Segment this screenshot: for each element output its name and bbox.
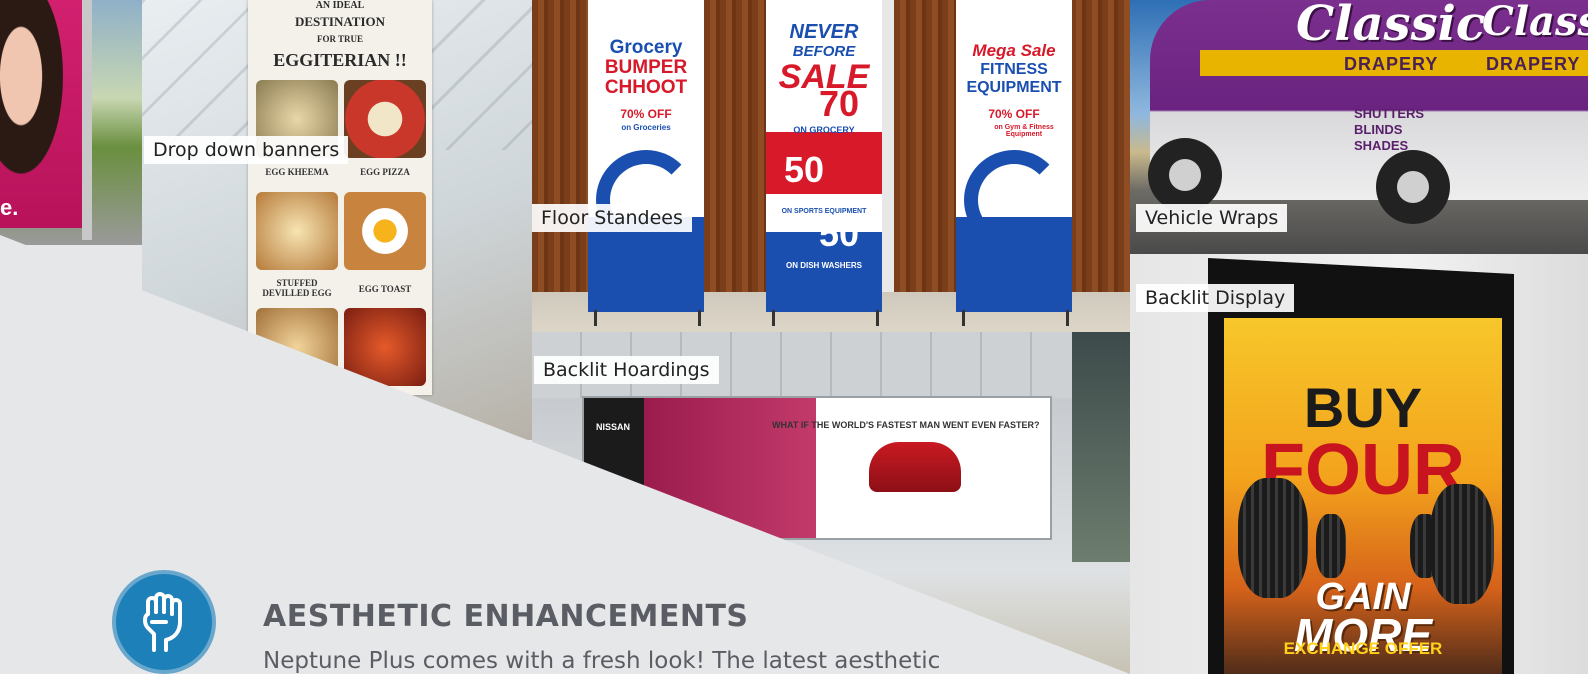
label-backlit-hoardings: Backlit Hoardings [534, 356, 719, 384]
label-dropdown-banners: Drop down banners [144, 136, 349, 164]
van-brand-sub-rear: DRAPERY [1486, 54, 1581, 74]
standee-fitness: Mega Sale FITNESS EQUIPMENT 70% OFF on G… [956, 0, 1072, 312]
banner-stand [82, 0, 92, 240]
van-wheel [1376, 150, 1450, 224]
floor-standees-photo: Grocery BUMPER CHHOOT 70% OFF on Groceri… [532, 0, 1130, 332]
ad-offer: EXCHANGE OFFER [1283, 639, 1443, 658]
van-brand-sub: DRAPERY [1344, 54, 1439, 74]
standee-title-3: EQUIPMENT [966, 79, 1062, 96]
fist-icon-glyph [143, 592, 182, 652]
tyre-image [1316, 514, 1346, 578]
banner-edge-text: e. [0, 195, 19, 220]
standee-sub: on Groceries [621, 123, 671, 132]
van-wheel [1148, 138, 1222, 212]
food-image [344, 192, 426, 270]
label-vehicle-wraps: Vehicle Wraps [1136, 204, 1288, 232]
standee-offer: 70% OFF [620, 107, 672, 121]
standee-leg [594, 310, 597, 326]
standee-title-2: BEFORE [792, 43, 856, 60]
van-service: BLINDS [1354, 122, 1403, 137]
standee-title-1: Mega Sale [972, 41, 1056, 60]
billboard-brand: NISSAN [596, 422, 631, 432]
banner-portrait [0, 0, 70, 190]
van-brand: Classic [1296, 0, 1486, 52]
wood-panel [1070, 0, 1130, 292]
standee-leg [772, 310, 775, 326]
label-floor-standees: Floor Standees [532, 204, 692, 232]
wood-panel [894, 0, 956, 292]
backlit-display-photo: BUY FOUR GAIN MORE EXCHANGE OFFER Backli… [1130, 254, 1588, 674]
standee-offer: 70% OFF [988, 107, 1040, 121]
fist-icon [112, 570, 216, 674]
feature-text: Neptune Plus comes with a fresh look! Th… [263, 648, 941, 674]
banner-line-2: DESTINATION [294, 14, 386, 29]
van-brand-rear: Classic [1482, 0, 1588, 45]
van-service: SHUTTERS [1354, 106, 1425, 121]
food-caption: STUFFED DEVILLED EGG [262, 278, 332, 298]
wood-panel [532, 0, 590, 292]
food-image [256, 192, 338, 270]
food-caption: EGG TOAST [358, 284, 412, 294]
banner-line-4: EGGITERIAN !! [273, 50, 407, 70]
label-backlit-display: Backlit Display [1136, 284, 1295, 312]
standee-title-2: FITNESS [980, 61, 1048, 78]
billboard-car [869, 442, 961, 492]
standee-title-2: BUMPER [604, 57, 688, 78]
van-services: SHUTTERS BLINDS SHADES [1354, 106, 1424, 154]
standee-title-1: Grocery [609, 37, 683, 58]
deal-3-value: 50 [818, 213, 860, 254]
billboard-headline: WHAT IF THE WORLD'S FASTEST MAN WENT EVE… [772, 420, 1040, 430]
egg-banner: AN IDEAL DESTINATION FOR TRUE EGGITERIAN… [248, 0, 432, 395]
deal-2-value: 50 [783, 149, 825, 190]
feature-title: AESTHETIC ENHANCEMENTS [263, 599, 749, 634]
standee-title-1: NEVER [789, 21, 859, 43]
wood-panel [704, 0, 766, 292]
deal-1-label: ON GROCERY [793, 125, 855, 135]
ad-line-1: BUY [1303, 376, 1423, 439]
food-caption: EGG KHEEMA [265, 167, 329, 177]
food-caption: EGG PIZZA [360, 167, 410, 177]
standee-leg [1066, 310, 1069, 326]
building-glass [1072, 332, 1130, 562]
standee-sale: NEVER BEFORE SALE 70 ON GROCERY 50 ON SP… [766, 0, 882, 312]
banner-line-1: AN IDEAL [315, 0, 365, 11]
standee-leg [876, 310, 879, 326]
banner-line-3: FOR TRUE [316, 34, 364, 44]
standee-title-3: CHHOOT [604, 77, 688, 98]
vehicle-wrap-photo: Classic Classic DRAPERY DRAPERY SHUTTERS… [1130, 0, 1588, 254]
g-logo-icon [596, 150, 696, 250]
food-image [344, 80, 426, 158]
standee-sub: on Gym & Fitness Equipment [994, 124, 1054, 138]
standee-leg [698, 310, 701, 326]
left-banner-photo: e. [0, 0, 142, 245]
display-screen: BUY FOUR GAIN MORE EXCHANGE OFFER [1224, 318, 1502, 674]
deal-1-value: 70 [818, 83, 860, 124]
standee-leg [962, 310, 965, 326]
g-logo-icon [964, 150, 1064, 250]
deal-3-label: ON DISH WASHERS [785, 261, 862, 270]
standee-grocery: Grocery BUMPER CHHOOT 70% OFF on Groceri… [588, 0, 704, 312]
